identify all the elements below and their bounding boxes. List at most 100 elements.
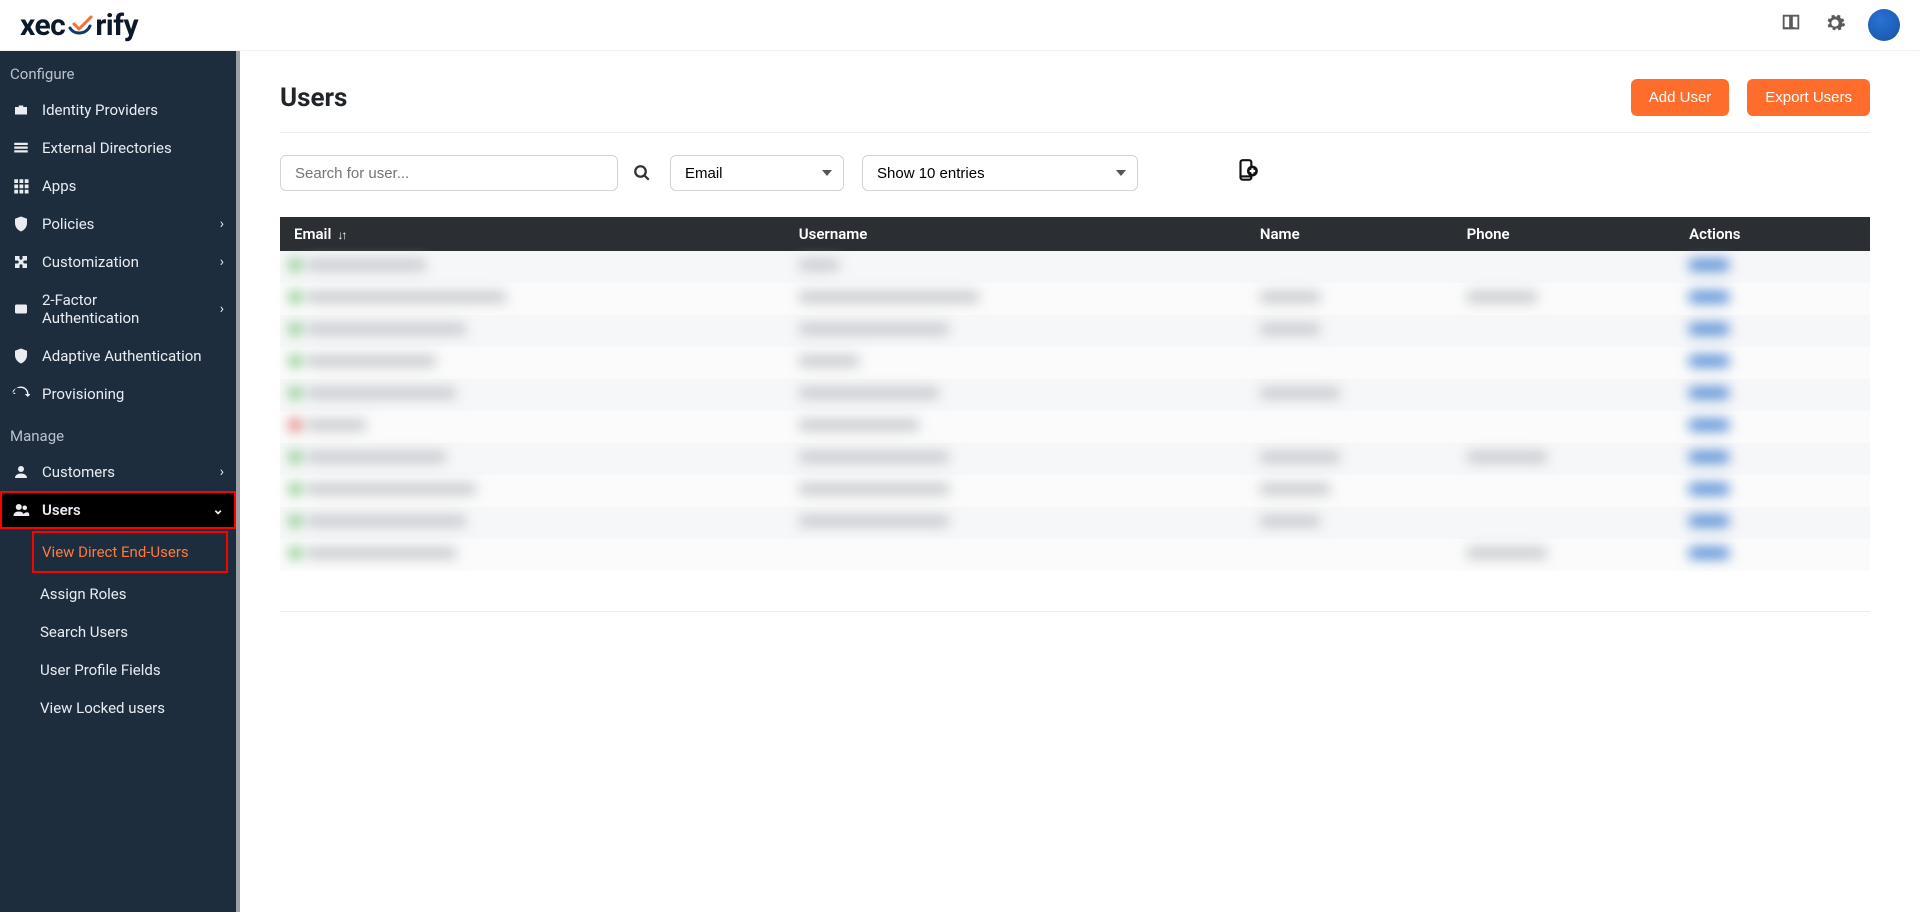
sidebar-item-policies[interactable]: Policies › — [0, 205, 236, 243]
entries-select[interactable]: Show 10 entries — [862, 155, 1138, 191]
sidebar-item-label: Customers — [42, 463, 115, 481]
chevron-right-icon: › — [220, 301, 224, 317]
sidebar-section-configure: Configure — [0, 51, 236, 91]
table-row[interactable] — [280, 315, 1870, 347]
table-cell — [1250, 315, 1457, 347]
table-cell — [1679, 475, 1870, 507]
sidebar-item-2fa[interactable]: 2-Factor Authentication › — [0, 281, 236, 337]
sidebar-item-adaptive-auth[interactable]: Adaptive Authentication — [0, 337, 236, 375]
table-header-actions[interactable]: Actions — [1679, 217, 1870, 251]
search-icon[interactable] — [632, 163, 652, 183]
table-cell — [1679, 347, 1870, 379]
table-header-phone[interactable]: Phone — [1457, 217, 1680, 251]
sidebar-item-provisioning[interactable]: Provisioning — [0, 375, 236, 413]
table-cell — [1250, 347, 1457, 379]
add-user-button[interactable]: Add User — [1631, 79, 1730, 116]
table-cell — [789, 315, 1250, 347]
table-cell — [280, 283, 789, 315]
table-cell — [1250, 475, 1457, 507]
table-header-row: Email↓↑ Username Name Phone Actions — [280, 217, 1870, 251]
filter-select-wrap: Email — [670, 155, 844, 191]
table-cell — [1457, 283, 1680, 315]
sidebar-sub-search-users[interactable]: Search Users — [40, 613, 236, 651]
table-cell — [1250, 411, 1457, 443]
search-input[interactable] — [280, 155, 618, 191]
page-title: Users — [280, 83, 347, 113]
briefcase-icon — [12, 101, 30, 119]
table-row[interactable] — [280, 347, 1870, 379]
sidebar-item-identity-providers[interactable]: Identity Providers — [0, 91, 236, 129]
sidebar-item-users[interactable]: Users ⌄ — [0, 491, 236, 529]
export-users-button[interactable]: Export Users — [1747, 79, 1870, 116]
table-row[interactable] — [280, 411, 1870, 443]
table-cell — [280, 411, 789, 443]
table-cell — [789, 411, 1250, 443]
filter-field-select[interactable]: Email — [670, 155, 844, 191]
sidebar-item-label: 2-Factor Authentication — [42, 291, 196, 327]
sidebar-item-label: Customization — [42, 253, 139, 271]
chevron-down-icon: ⌄ — [212, 502, 224, 518]
table-cell — [789, 283, 1250, 315]
table-cell — [789, 251, 1250, 283]
chevron-right-icon: › — [220, 464, 224, 480]
sort-icon: ↓↑ — [337, 228, 345, 242]
brand-logo[interactable]: xec rify — [20, 8, 138, 43]
sidebar-item-label: Identity Providers — [42, 101, 158, 119]
main-content: Users Add User Export Users Email Show 1… — [240, 51, 1920, 912]
sidebar-sub-assign-roles[interactable]: Assign Roles — [40, 575, 236, 613]
page-actions: Add User Export Users — [1631, 79, 1870, 116]
add-device-icon[interactable] — [1234, 158, 1260, 188]
table-cell — [1679, 507, 1870, 539]
table-cell — [280, 315, 789, 347]
table-cell — [789, 443, 1250, 475]
table-cell — [280, 379, 789, 411]
users-table: Email↓↑ Username Name Phone Actions — [280, 217, 1870, 571]
table-cell — [1250, 283, 1457, 315]
table-row[interactable] — [280, 379, 1870, 411]
table-cell — [1679, 443, 1870, 475]
person-icon — [12, 463, 30, 481]
table-row[interactable] — [280, 507, 1870, 539]
table-cell — [1457, 443, 1680, 475]
table-cell — [1250, 507, 1457, 539]
sidebar-item-label: Adaptive Authentication — [42, 347, 202, 365]
table-cell — [1679, 283, 1870, 315]
table-header-name[interactable]: Name — [1250, 217, 1457, 251]
sidebar-sub-view-direct-end-users[interactable]: View Direct End-Users — [32, 531, 228, 573]
table-row[interactable] — [280, 539, 1870, 571]
table-cell — [1679, 411, 1870, 443]
search-box — [280, 155, 618, 191]
table-cell — [1457, 315, 1680, 347]
table-cell — [1457, 411, 1680, 443]
table-row[interactable] — [280, 443, 1870, 475]
table-cell — [1679, 251, 1870, 283]
sidebar-item-customers[interactable]: Customers › — [0, 453, 236, 491]
users-table-wrap: Email↓↑ Username Name Phone Actions — [280, 217, 1870, 612]
table-cell — [1679, 315, 1870, 347]
sidebar-item-label: Provisioning — [42, 385, 124, 403]
sidebar: Configure Identity Providers External Di… — [0, 51, 240, 912]
table-header-email[interactable]: Email↓↑ — [280, 217, 789, 251]
sidebar-item-label: Policies — [42, 215, 94, 233]
sidebar-sub-view-locked-users[interactable]: View Locked users — [40, 689, 236, 727]
table-row[interactable] — [280, 283, 1870, 315]
table-cell — [1250, 251, 1457, 283]
sidebar-item-apps[interactable]: Apps — [0, 167, 236, 205]
gear-icon[interactable] — [1824, 12, 1846, 38]
list-icon — [12, 139, 30, 157]
entries-select-wrap: Show 10 entries — [862, 155, 1138, 191]
sidebar-sub-user-profile-fields[interactable]: User Profile Fields — [40, 651, 236, 689]
book-icon[interactable] — [1780, 12, 1802, 38]
table-cell — [789, 379, 1250, 411]
sidebar-item-external-directories[interactable]: External Directories — [0, 129, 236, 167]
table-cell — [1679, 539, 1870, 571]
sidebar-item-customization[interactable]: Customization › — [0, 243, 236, 281]
avatar[interactable] — [1868, 9, 1900, 41]
table-row[interactable] — [280, 251, 1870, 283]
topbar-actions — [1780, 9, 1900, 41]
brand-name-right: rify — [95, 8, 138, 43]
table-cell — [1457, 475, 1680, 507]
table-cell — [789, 475, 1250, 507]
table-row[interactable] — [280, 475, 1870, 507]
table-header-username[interactable]: Username — [789, 217, 1250, 251]
